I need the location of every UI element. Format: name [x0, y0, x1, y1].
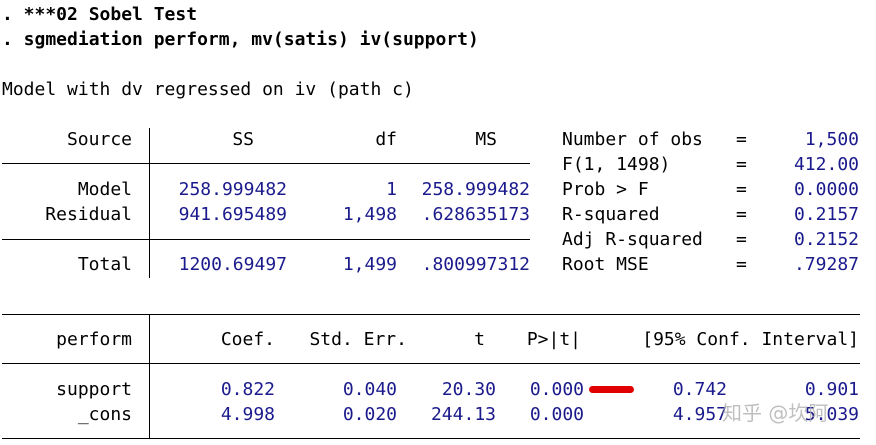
coef-header-se: Std. Err.	[309, 329, 407, 350]
stat-label: Root MSE	[562, 254, 649, 275]
stat-label: F(1, 1498)	[562, 154, 671, 175]
command-line-2: . sgmediation perform, mv(satis) iv(supp…	[2, 29, 479, 50]
stat-value: .79287	[793, 254, 859, 275]
coef-header-p: P>|t|	[526, 329, 581, 350]
coef-row-support-label: support	[56, 379, 132, 400]
anova-row-residual-df: 1,498	[342, 204, 397, 225]
stat-label: Adj R-squared	[562, 229, 703, 250]
coef-rule-header	[2, 363, 860, 364]
stat-equals: =	[736, 229, 747, 250]
stat-value: 0.2152	[793, 229, 859, 250]
anova-rule-top	[2, 163, 530, 164]
anova-row-model-ms: 258.999482	[421, 179, 530, 200]
anova-total-label: Total	[77, 254, 132, 275]
model-title: Model with dv regressed on iv (path c)	[2, 79, 414, 100]
stat-equals: =	[736, 179, 747, 200]
watermark-text: 知乎 @坎阿	[722, 401, 829, 425]
anova-row-model-label: Model	[77, 179, 132, 200]
anova-header-ss: SS	[232, 129, 254, 150]
stat-equals: =	[736, 129, 747, 150]
command-line-1: . ***02 Sobel Test	[2, 4, 198, 25]
coef-row-cons-p: 0.000	[529, 404, 584, 425]
coef-row-support-t: 20.30	[441, 379, 496, 400]
coef-row-cons-label: _cons	[77, 404, 132, 425]
coef-row-cons-t: 244.13	[430, 404, 496, 425]
coef-rule-top	[2, 314, 860, 315]
stat-equals: =	[736, 154, 747, 175]
stat-label: R-squared	[562, 204, 660, 225]
red-annotation-mark	[589, 386, 634, 393]
stat-label: Prob > F	[562, 179, 649, 200]
coef-header-t: t	[474, 329, 485, 350]
coef-rule-bottom	[2, 438, 860, 439]
anova-header-source: Source	[66, 129, 132, 150]
coef-header-depvar: perform	[56, 329, 132, 350]
anova-header-ms: MS	[475, 129, 497, 150]
stat-value: 1,500	[804, 129, 859, 150]
coef-row-support-p: 0.000	[529, 379, 584, 400]
coef-row-cons-se: 0.020	[342, 404, 397, 425]
anova-header-df: df	[375, 129, 397, 150]
anova-row-residual-ms: .628635173	[421, 204, 530, 225]
coef-row-cons-coef: 4.998	[220, 404, 275, 425]
anova-row-model-ss: 258.999482	[178, 179, 287, 200]
anova-total-ms: .800997312	[421, 254, 530, 275]
coef-row-cons-ci-low: 4.957	[672, 404, 727, 425]
anova-total-df: 1,499	[342, 254, 397, 275]
coef-row-support-coef: 0.822	[220, 379, 275, 400]
stat-value: 412.00	[793, 154, 859, 175]
anova-row-residual-ss: 941.695489	[178, 204, 287, 225]
coef-header-ci: [95% Conf. Interval]	[642, 329, 859, 350]
stat-value: 0.2157	[793, 204, 859, 225]
anova-row-residual-label: Residual	[45, 204, 132, 225]
stat-label: Number of obs	[562, 129, 703, 150]
stat-equals: =	[736, 204, 747, 225]
stat-equals: =	[736, 254, 747, 275]
anova-rule-total	[2, 239, 530, 240]
anova-total-ss: 1200.69497	[178, 254, 287, 275]
stat-value: 0.0000	[793, 179, 859, 200]
coef-row-support-se: 0.040	[342, 379, 397, 400]
coef-header-coef: Coef.	[220, 329, 275, 350]
anova-row-model-df: 1	[386, 179, 397, 200]
